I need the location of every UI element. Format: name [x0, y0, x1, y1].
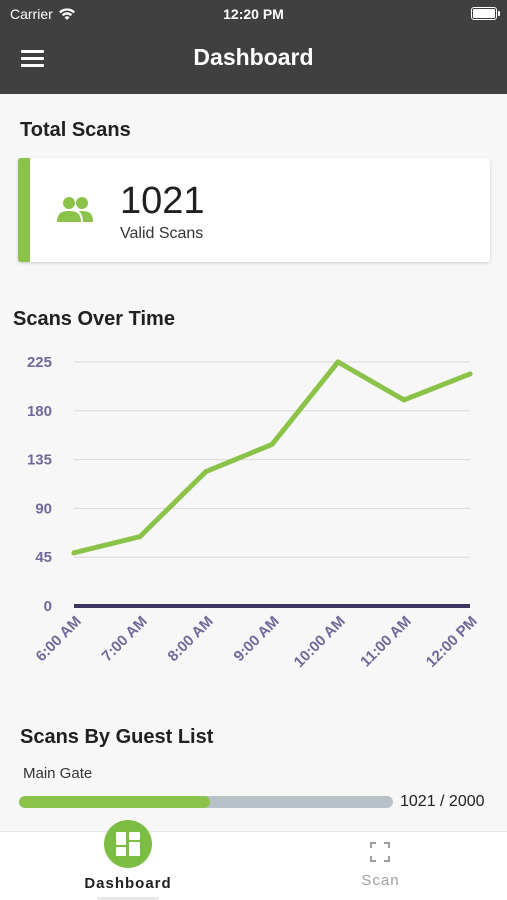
- total-scans-label: Valid Scans: [120, 225, 204, 242]
- data-point: [137, 534, 143, 540]
- y-tick-label: 45: [35, 549, 52, 566]
- x-tick-label: 7:00 AM: [99, 613, 151, 665]
- scans-over-time-title: Scans Over Time: [13, 308, 175, 330]
- x-tick-label: 9:00 AM: [231, 613, 283, 665]
- total-scans-value: 1021: [120, 180, 205, 222]
- scans-line-chart: 225 180 135 90 45 06:00 AM 7:00 AM 8:00 AM 9:00 …: [27, 354, 481, 671]
- people-icon: [57, 197, 93, 222]
- total-scans-title: Total Scans: [20, 119, 131, 141]
- x-tick-label: 8:00 AM: [165, 613, 217, 665]
- battery-icon: [471, 7, 500, 20]
- scan-icon: [370, 842, 390, 862]
- bottom-tab-bar: Dashboard Scan: [0, 820, 507, 900]
- total-scans-card: 1021 Valid Scans: [18, 158, 490, 262]
- series-line: [71, 359, 473, 556]
- guest-list-name: Main Gate: [23, 765, 93, 782]
- guest-list-progress-fill: [19, 796, 210, 808]
- guest-list-title: Scans By Guest List: [20, 726, 214, 748]
- data-point: [203, 469, 209, 475]
- dashboard-icon: [104, 820, 152, 868]
- data-point: [467, 371, 473, 377]
- status-time: 12:20 PM: [223, 6, 284, 22]
- tab-scan[interactable]: Scan: [254, 832, 507, 900]
- y-tick-label: 180: [27, 403, 52, 420]
- guest-list-progress-text: 1021 / 2000: [400, 793, 485, 810]
- x-tick-label: 6:00 AM: [33, 613, 85, 665]
- tab-scan-label: Scan: [361, 872, 400, 889]
- tab-dashboard-label: Dashboard: [84, 875, 172, 892]
- y-tick-label: 135: [27, 452, 52, 469]
- page-title: Dashboard: [193, 44, 314, 70]
- data-point: [335, 359, 341, 365]
- data-point: [269, 441, 275, 447]
- guest-list-progress-bar: [19, 796, 393, 808]
- y-tick-label: 0: [44, 598, 52, 615]
- dashboard-content[interactable]: Total Scans 1021 Valid Scans Scans Over …: [0, 94, 507, 831]
- y-tick-label: 90: [35, 500, 52, 517]
- y-tick-label: 225: [27, 354, 52, 371]
- x-tick-label: 10:00 AM: [291, 613, 349, 671]
- tab-dashboard[interactable]: Dashboard: [0, 820, 253, 900]
- app-header: Carrier 12:20 PM Dashboard: [0, 0, 507, 94]
- x-tick-label: 11:00 AM: [357, 613, 415, 671]
- x-tick-label: 12:00 PM: [423, 613, 481, 671]
- status-bar: Carrier 12:20 PM: [0, 0, 507, 28]
- data-point: [401, 397, 407, 403]
- data-point: [71, 550, 77, 556]
